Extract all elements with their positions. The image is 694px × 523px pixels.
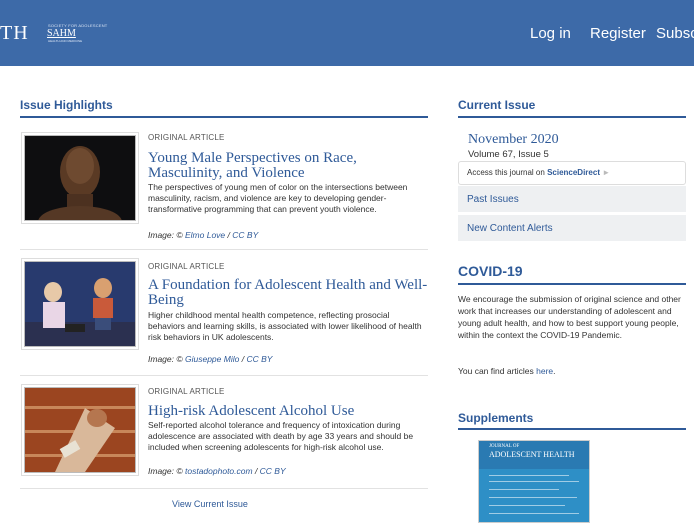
credit-author-link[interactable]: Elmo Love (185, 230, 225, 240)
article-thumbnail[interactable] (24, 135, 136, 221)
find-prefix: You can find articles (458, 366, 534, 376)
past-issues-label: Past Issues (467, 194, 519, 205)
article-thumbnail[interactable] (24, 261, 136, 347)
article-description: Higher childhood mental health competenc… (148, 310, 422, 342)
alerts-label: New Content Alerts (467, 223, 553, 234)
article-card-1: ORIGINAL ARTICLE Young Male Perspectives… (20, 124, 428, 249)
sciencedirect-access-button[interactable]: Access this journal on ScienceDirect ► (458, 161, 686, 185)
login-link[interactable]: Log in (530, 25, 571, 42)
highlights-rule (20, 116, 428, 118)
top-header: TH SOCIETY FOR ADOLESCENT SAHM HEALTH AN… (0, 0, 694, 66)
credit-license-link[interactable]: CC BY (232, 230, 258, 240)
subscribe-link[interactable]: Subsc (656, 25, 694, 42)
credit-prefix: Image: © (148, 230, 183, 240)
access-label: Access this journal on ScienceDirect ► (467, 168, 610, 177)
cover-journal-small: JOURNAL OF (489, 444, 520, 449)
cover-journal-title: ADOLESCENT HEALTH (489, 450, 575, 459)
credit-author-link[interactable]: tostadophoto.com (185, 466, 253, 476)
cover-line (489, 481, 579, 482)
sciencedirect-brand: ScienceDirect (547, 168, 600, 177)
view-current-issue-link[interactable]: View Current Issue (172, 499, 248, 509)
article-type: ORIGINAL ARTICLE (148, 262, 225, 271)
current-issue-date[interactable]: November 2020 (468, 132, 559, 148)
article-title[interactable]: Young Male Perspectives on Race, Masculi… (148, 151, 428, 181)
image-credit: Image: © Giuseppe Milo / CC BY (148, 354, 273, 364)
credit-license-link[interactable]: CC BY (246, 354, 272, 364)
cover-header: JOURNAL OF ADOLESCENT HEALTH (479, 441, 589, 469)
cover-line (489, 489, 559, 490)
covid-rule (458, 283, 686, 285)
covid-find-text: You can find articles here. (458, 366, 556, 376)
cover-line (489, 475, 569, 476)
article-title[interactable]: A Foundation for Adolescent Health and W… (148, 278, 428, 308)
covid-title: COVID-19 (458, 263, 523, 279)
credit-prefix: Image: © (148, 354, 183, 364)
find-suffix: . (553, 366, 556, 376)
article-type: ORIGINAL ARTICLE (148, 133, 225, 142)
logo-sub-text: HEALTH AND MEDICINE (48, 39, 83, 43)
current-issue-volume: Volume 67, Issue 5 (468, 149, 549, 160)
cover-line (489, 513, 579, 514)
article-divider (20, 375, 428, 376)
cover-line (489, 505, 565, 506)
chevron-right-icon: ► (602, 168, 611, 177)
covid-body-text: We encourage the submission of original … (458, 294, 681, 340)
new-content-alerts-link[interactable]: New Content Alerts (458, 215, 686, 241)
credit-license-link[interactable]: CC BY (260, 466, 286, 476)
credit-prefix: Image: © (148, 466, 183, 476)
credit-author-link[interactable]: Giuseppe Milo (185, 354, 239, 364)
current-issue-title: Current Issue (458, 98, 536, 112)
supplements-title: Supplements (458, 411, 534, 425)
article-thumbnail[interactable] (24, 387, 136, 473)
sahm-logo[interactable]: SOCIETY FOR ADOLESCENT SAHM HEALTH AND M… (46, 23, 107, 43)
brand-text[interactable]: TH (0, 22, 29, 45)
current-issue-rule (458, 116, 686, 118)
article-description: Self-reported alcohol tolerance and freq… (148, 420, 414, 452)
article-type: ORIGINAL ARTICLE (148, 387, 225, 396)
article-card-2: ORIGINAL ARTICLE A Foundation for Adoles… (20, 254, 428, 376)
cover-line (489, 497, 577, 498)
article-divider (20, 249, 428, 250)
article-card-3: ORIGINAL ARTICLE High-risk Adolescent Al… (20, 380, 428, 490)
article-divider (20, 488, 428, 489)
access-prefix: Access this journal on (467, 168, 545, 177)
past-issues-link[interactable]: Past Issues (458, 186, 686, 212)
covid-articles-link[interactable]: here (536, 366, 553, 376)
image-credit: Image: © Elmo Love / CC BY (148, 230, 259, 240)
article-description: The perspectives of young men of color o… (148, 182, 408, 214)
logo-main-text: SAHM (47, 28, 76, 39)
issue-highlights-title: Issue Highlights (20, 98, 113, 112)
supplement-cover-image[interactable]: JOURNAL OF ADOLESCENT HEALTH (478, 440, 590, 523)
article-title[interactable]: High-risk Adolescent Alcohol Use (148, 404, 428, 419)
register-link[interactable]: Register (590, 25, 646, 42)
supplements-rule (458, 428, 686, 430)
image-credit: Image: © tostadophoto.com / CC BY (148, 466, 286, 476)
